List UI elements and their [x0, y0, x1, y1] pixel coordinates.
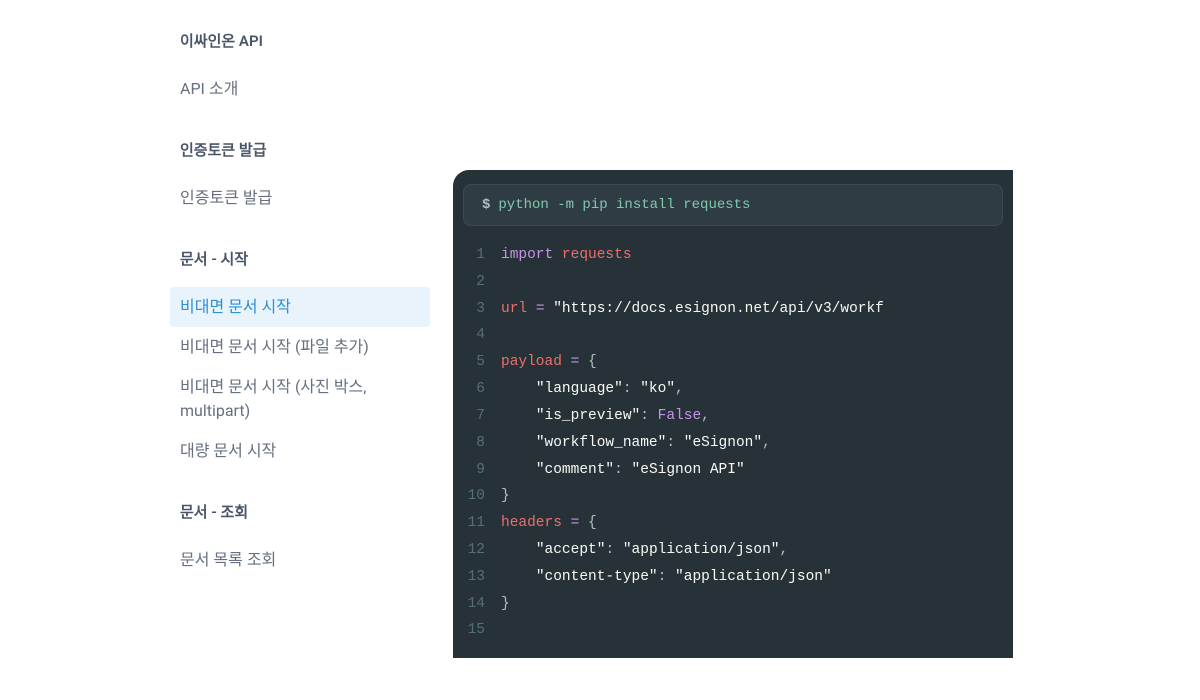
line-number: 12	[453, 537, 501, 564]
code-line: 13 "content-type": "application/json"	[453, 564, 1013, 591]
line-number: 6	[453, 376, 501, 403]
line-number: 14	[453, 591, 501, 618]
code-text: "comment": "eSignon API"	[501, 457, 745, 484]
nav-item[interactable]: 비대면 문서 시작 (사진 박스, multipart)	[180, 367, 430, 431]
nav-section-title: 문서 - 시작	[180, 248, 430, 269]
nav-item[interactable]: 비대면 문서 시작	[170, 287, 430, 327]
line-number: 10	[453, 483, 501, 510]
line-number: 15	[453, 617, 501, 644]
code-text: import requests	[501, 242, 632, 269]
sidebar-nav: 이싸인온 APIAPI 소개인증토큰 발급인증토큰 발급문서 - 시작비대면 문…	[180, 30, 430, 580]
code-line: 3url = "https://docs.esignon.net/api/v3/…	[453, 296, 1013, 323]
nav-item[interactable]: 비대면 문서 시작 (파일 추가)	[180, 327, 430, 367]
line-number: 9	[453, 457, 501, 484]
line-number: 1	[453, 242, 501, 269]
line-number: 4	[453, 322, 501, 349]
code-text: "accept": "application/json",	[501, 537, 788, 564]
nav-section-title: 인증토큰 발급	[180, 139, 430, 160]
nav-section-title: 이싸인온 API	[180, 30, 430, 51]
code-text: payload = {	[501, 349, 597, 376]
code-text	[501, 269, 510, 296]
code-line: 11headers = {	[453, 510, 1013, 537]
code-text	[501, 617, 510, 644]
code-line: 14}	[453, 591, 1013, 618]
code-line: 1import requests	[453, 242, 1013, 269]
code-line: 4	[453, 322, 1013, 349]
install-command-text: python -m pip install requests	[498, 197, 750, 213]
code-body: 1import requests2 3url = "https://docs.e…	[453, 236, 1013, 658]
line-number: 7	[453, 403, 501, 430]
code-text: }	[501, 591, 510, 618]
code-text: "is_preview": False,	[501, 403, 710, 430]
install-command: $ python -m pip install requests	[463, 184, 1003, 226]
nav-item[interactable]: 인증토큰 발급	[180, 178, 430, 218]
code-text: headers = {	[501, 510, 597, 537]
code-line: 9 "comment": "eSignon API"	[453, 457, 1013, 484]
code-line: 15	[453, 617, 1013, 644]
code-line: 10}	[453, 483, 1013, 510]
code-text: "workflow_name": "eSignon",	[501, 430, 771, 457]
code-text: url = "https://docs.esignon.net/api/v3/w…	[501, 296, 884, 323]
line-number: 8	[453, 430, 501, 457]
code-text	[501, 322, 510, 349]
nav-item[interactable]: 대량 문서 시작	[180, 431, 430, 471]
line-number: 13	[453, 564, 501, 591]
code-line: 7 "is_preview": False,	[453, 403, 1013, 430]
code-line: 5payload = {	[453, 349, 1013, 376]
line-number: 2	[453, 269, 501, 296]
nav-section-title: 문서 - 조회	[180, 501, 430, 522]
nav-item[interactable]: 문서 목록 조회	[180, 540, 430, 580]
code-line: 2	[453, 269, 1013, 296]
line-number: 5	[453, 349, 501, 376]
code-text: "content-type": "application/json"	[501, 564, 832, 591]
line-number: 3	[453, 296, 501, 323]
line-number: 11	[453, 510, 501, 537]
nav-item[interactable]: API 소개	[180, 69, 430, 109]
code-text: }	[501, 483, 510, 510]
code-text: "language": "ko",	[501, 376, 684, 403]
code-line: 6 "language": "ko",	[453, 376, 1013, 403]
code-line: 8 "workflow_name": "eSignon",	[453, 430, 1013, 457]
prompt-symbol: $	[482, 197, 490, 213]
code-line: 12 "accept": "application/json",	[453, 537, 1013, 564]
code-panel: $ python -m pip install requests 1import …	[453, 170, 1013, 658]
